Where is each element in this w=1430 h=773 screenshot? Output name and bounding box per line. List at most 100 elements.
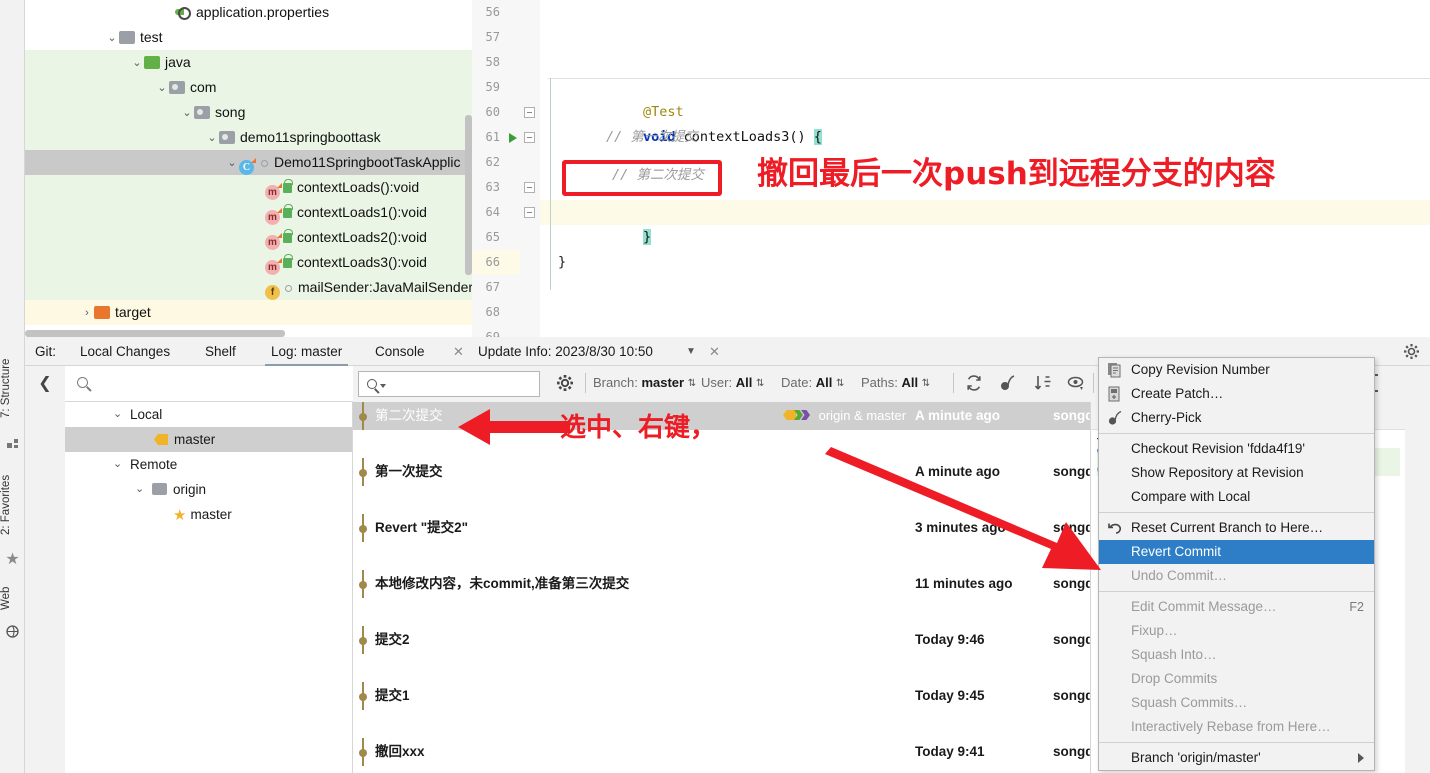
structure-icon[interactable]	[0, 437, 25, 452]
chevron-down-icon[interactable]: ⌄	[113, 402, 122, 427]
fold-marker-icon[interactable]	[524, 132, 535, 143]
tab-console[interactable]: Console	[375, 337, 425, 366]
branch-local-master[interactable]: master	[65, 427, 352, 452]
chevron-down-icon[interactable]	[380, 384, 386, 388]
toolbar-divider	[953, 373, 954, 393]
menu-item-drop-commits: Drop Commits	[1099, 667, 1374, 691]
collapse-branches-button[interactable]: ❮	[25, 366, 65, 402]
tree-item-target[interactable]: › target	[25, 300, 472, 325]
rail-label-web[interactable]: Web	[0, 577, 70, 619]
run-test-icon[interactable]	[509, 133, 517, 143]
chevron-down-icon[interactable]: ⌄	[130, 51, 144, 76]
menu-item-copy-revision-number[interactable]: Copy Revision Number	[1099, 358, 1374, 382]
menu-item-label: Branch 'origin/master'	[1131, 750, 1261, 765]
tree-item-test[interactable]: ⌄ test	[25, 25, 472, 50]
menu-item-compare-with-local[interactable]: Compare with Local	[1099, 485, 1374, 509]
commit-ref-tag[interactable]: origin & master	[783, 402, 906, 430]
filter-paths[interactable]: Paths: All ⇅	[861, 375, 930, 390]
tree-item-demo11springboottaskapplication[interactable]: ⌄ C Demo11SpringbootTaskApplic	[25, 150, 472, 175]
branch-group-local[interactable]: ⌄ Local	[65, 402, 352, 427]
menu-item-label: Create Patch…	[1131, 386, 1224, 401]
folder-grey-icon	[119, 31, 135, 44]
graph-node	[359, 581, 367, 589]
menu-item-label: Copy Revision Number	[1131, 362, 1270, 377]
tree-item-contextloads1[interactable]: m contextLoads1():void	[25, 200, 472, 225]
tree-item-song[interactable]: ⌄ song	[25, 100, 472, 125]
cherry-pick-icon[interactable]	[999, 374, 1017, 395]
tree-item-demo11springboottask[interactable]: ⌄ demo11springboottask	[25, 125, 472, 150]
close-icon[interactable]: ✕	[453, 337, 464, 366]
chevron-down-icon[interactable]: ⌄	[135, 477, 144, 502]
menu-separator	[1099, 591, 1374, 592]
fold-marker-icon[interactable]	[524, 207, 535, 218]
filter-paths-value: All	[901, 375, 919, 390]
chevron-down-icon[interactable]: ⌄	[155, 76, 169, 101]
tree-item-application-properties[interactable]: application.properties	[25, 0, 472, 25]
filter-user[interactable]: User: All ⇅	[701, 375, 764, 390]
branches-tree-panel[interactable]: ⌄ Local master ⌄ Remote ⌄ origin ★ master	[65, 402, 353, 773]
visibility-dot-icon	[261, 160, 268, 167]
gutter-line-with-run-marker[interactable]: 61	[472, 125, 520, 150]
menu-item-checkout-revision[interactable]: Checkout Revision 'fdda4f19'	[1099, 437, 1374, 461]
chevron-right-icon[interactable]: ›	[80, 301, 94, 326]
menu-item-create-patch[interactable]: Create Patch…	[1099, 382, 1374, 406]
refresh-icon[interactable]	[965, 374, 983, 395]
branch-group-label: Remote	[130, 457, 178, 472]
tree-vertical-scrollbar[interactable]	[465, 115, 472, 275]
chevron-down-icon[interactable]: ⌄	[205, 126, 219, 151]
menu-item-revert-commit[interactable]: Revert Commit	[1099, 540, 1374, 564]
branch-origin-master[interactable]: ★ master	[65, 502, 352, 527]
gear-icon[interactable]	[1403, 343, 1420, 363]
tab-local-changes[interactable]: Local Changes	[80, 337, 170, 366]
log-search-input[interactable]	[358, 371, 540, 397]
branch-search-input[interactable]	[65, 366, 353, 402]
tree-item-contextloads3[interactable]: m contextLoads3():void	[25, 250, 472, 275]
menu-item-reset-current-branch-to-here[interactable]: Reset Current Branch to Here…	[1099, 516, 1374, 540]
editor-gutter[interactable]: 56 57 58 59 60 61 62 63 64 65 66 67 68 6…	[472, 0, 520, 344]
tree-item-com[interactable]: ⌄ com	[25, 75, 472, 100]
menu-item-label: Edit Commit Message…	[1131, 599, 1277, 614]
menu-item-show-repository-at-revision[interactable]: Show Repository at Revision	[1099, 461, 1374, 485]
branch-group-label: Local	[130, 407, 163, 422]
chevron-down-icon[interactable]: ▼	[686, 337, 696, 366]
gear-icon[interactable]	[556, 374, 574, 395]
star-icon[interactable]: ★	[0, 549, 25, 569]
close-update-info-icon[interactable]: ✕	[709, 337, 720, 366]
tree-item-java[interactable]: ⌄ java	[25, 50, 472, 75]
fold-marker-icon[interactable]	[524, 182, 535, 193]
tree-horizontal-scrollbar[interactable]	[25, 330, 285, 337]
rail-label-favorites[interactable]: 2: Favorites	[0, 465, 70, 545]
globe-icon[interactable]	[0, 625, 25, 641]
tab-shelf[interactable]: Shelf	[205, 337, 236, 366]
chevron-down-icon[interactable]: ⌄	[225, 151, 239, 176]
package-icon	[219, 131, 235, 144]
menu-item-undo-commit: Undo Commit…	[1099, 564, 1374, 588]
commit-context-menu[interactable]: Copy Revision Number Create Patch… Cherr…	[1098, 357, 1375, 771]
filter-date[interactable]: Date: All ⇅	[781, 375, 844, 390]
tree-item-label: contextLoads():void	[297, 179, 420, 195]
project-tree-panel[interactable]: application.properties ⌄ test ⌄ java ⌄ com …	[25, 0, 472, 337]
method-icon: m	[265, 233, 282, 250]
sort-icon[interactable]	[1033, 374, 1051, 395]
chevron-down-icon[interactable]: ⌄	[180, 101, 194, 126]
fold-gutter[interactable]	[520, 0, 540, 337]
branch-group-remote[interactable]: ⌄ Remote	[65, 452, 352, 477]
commit-subject: 提交1	[375, 688, 410, 703]
update-info-label[interactable]: Update Info: 2023/8/30 10:50	[478, 337, 653, 366]
chevron-down-icon[interactable]: ⌄	[113, 452, 122, 477]
tree-item-label: mailSender:JavaMailSender	[298, 279, 472, 295]
chevron-down-icon[interactable]: ⌄	[105, 26, 119, 51]
filter-branch[interactable]: Branch: master ⇅	[593, 375, 696, 390]
tree-item-mailsender[interactable]: f mailSender:JavaMailSender	[25, 275, 472, 300]
left-rail-top	[0, 0, 25, 337]
tab-log-master[interactable]: Log: master	[265, 337, 349, 366]
fold-marker-icon[interactable]	[524, 107, 535, 118]
tree-item-contextloads2[interactable]: m contextLoads2():void	[25, 225, 472, 250]
branch-remote-origin[interactable]: ⌄ origin	[65, 477, 352, 502]
menu-item-cherry-pick[interactable]: Cherry-Pick	[1099, 406, 1374, 430]
highlight-box-comment	[562, 160, 722, 196]
brace-token: }	[643, 229, 652, 245]
menu-item-branch-origin-master[interactable]: Branch 'origin/master'	[1099, 746, 1374, 770]
eye-icon[interactable]	[1067, 374, 1085, 395]
tree-item-contextloads[interactable]: m contextLoads():void	[25, 175, 472, 200]
